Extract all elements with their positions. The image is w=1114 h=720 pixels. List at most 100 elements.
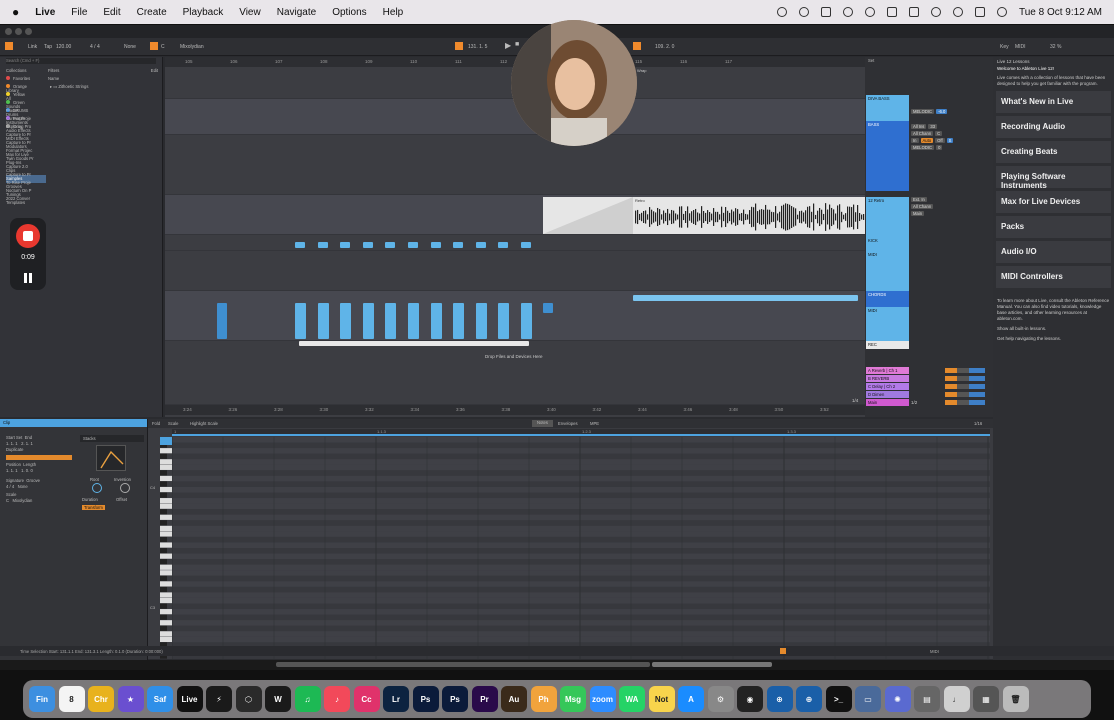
dock-app-icon[interactable]: ⬡ [235, 686, 262, 712]
tab-notes[interactable]: Notes [532, 420, 553, 427]
dock-app-icon[interactable]: 8 [58, 686, 85, 712]
position-field[interactable]: 131. 1. 5 [468, 44, 487, 50]
tab-mpe[interactable]: MPE [590, 421, 599, 426]
menu-view[interactable]: View [239, 7, 261, 18]
app-indicator-icon[interactable] [820, 7, 831, 17]
return-track-header[interactable]: C Delay | Ch 2 [866, 383, 909, 390]
solo-button[interactable]: S [946, 138, 954, 143]
lane-midi[interactable] [165, 251, 865, 291]
return-send-knobs[interactable] [945, 384, 985, 389]
place-item[interactable]: Capture 2.0 [6, 163, 46, 171]
chord-clip[interactable] [317, 303, 329, 339]
note-grid[interactable] [172, 437, 990, 659]
volume-field[interactable]: -6.0 [936, 109, 948, 114]
piano-key[interactable] [160, 481, 167, 487]
kick-clip[interactable] [408, 242, 418, 248]
lesson-button[interactable]: Packs [996, 216, 1111, 238]
duplicate-button[interactable]: Duplicate [6, 447, 72, 453]
place-item[interactable]: Twin Goods Pr [6, 155, 46, 163]
return-send-knobs[interactable] [945, 392, 985, 397]
kick-clip[interactable] [362, 242, 373, 248]
root-knob[interactable] [92, 483, 102, 493]
kick-clip[interactable] [295, 242, 305, 248]
dock-app-icon[interactable]: Cc [353, 686, 380, 712]
chord-clip[interactable] [430, 303, 442, 339]
menu-clock[interactable]: Tue 8 Oct 9:12 AM [1019, 7, 1102, 18]
track-header[interactable]: 12 Retro [866, 197, 909, 237]
piano-key[interactable] [160, 509, 167, 515]
tempo-field[interactable]: 120.00 [56, 44, 71, 50]
dock-app-icon[interactable]: ✺ [884, 686, 911, 712]
lesson-button[interactable]: MIDI Controllers [996, 266, 1111, 288]
menu-help[interactable]: Help [383, 7, 404, 18]
dock-app-icon[interactable]: ⊕ [766, 686, 793, 712]
dock-app-icon[interactable]: ⚡ [206, 686, 232, 712]
piano-keyboard[interactable] [160, 437, 172, 659]
piano-key[interactable] [160, 614, 167, 620]
track-header[interactable]: REC [866, 341, 909, 349]
chord-clip[interactable] [362, 303, 374, 339]
inversion-knob[interactable] [120, 483, 130, 493]
kick-clip[interactable] [317, 242, 328, 248]
lesson-button[interactable]: Max for Live Devices [996, 191, 1111, 213]
chord-shape-display[interactable] [96, 445, 126, 471]
track-header[interactable]: MIDI [866, 307, 909, 341]
clip-scale-name[interactable]: Mixolydian [13, 498, 33, 503]
dock-app-icon[interactable]: 🗑 [1002, 686, 1029, 712]
monitor-in-button[interactable]: In [911, 138, 919, 143]
dock-app-icon[interactable]: ▦ [973, 686, 999, 712]
piano-key[interactable] [160, 625, 167, 631]
bluetooth-icon[interactable] [886, 7, 897, 17]
pause-icon[interactable] [23, 273, 33, 283]
piano-key[interactable] [160, 525, 172, 531]
piano-key[interactable] [160, 448, 172, 454]
sync-icon[interactable] [864, 7, 875, 17]
scroll-thumb[interactable] [276, 662, 650, 667]
dock-app-icon[interactable]: ♩ [943, 686, 970, 712]
filters-button[interactable]: Filters [48, 68, 59, 73]
track-header[interactable]: MIDI [866, 251, 909, 291]
signature-value[interactable]: 4 / 4 [6, 484, 14, 489]
wifi-icon[interactable] [930, 7, 941, 17]
start-value[interactable]: 1. 1. 1 [6, 441, 18, 446]
dock-app-icon[interactable]: A [678, 686, 704, 712]
place-item[interactable]: Nocturn On P [6, 187, 46, 195]
piano-key[interactable] [160, 581, 172, 587]
key-map-button[interactable]: Key [1000, 44, 1009, 50]
dock-app-icon[interactable]: Au [501, 686, 527, 712]
highlight-scale-button[interactable]: Highlight Scale [190, 421, 218, 426]
return-send-knobs[interactable] [945, 376, 985, 381]
piano-key[interactable] [160, 498, 172, 504]
send-field[interactable]: 33 [928, 124, 938, 129]
lesson-button[interactable]: Creating Beats [996, 141, 1111, 163]
dock-app-icon[interactable]: Pr [471, 686, 498, 712]
place-item[interactable]: Format Projec [6, 147, 46, 155]
ext-in-select[interactable]: Ext. In [911, 197, 927, 202]
lane-empty[interactable] [165, 135, 865, 195]
dock-app-icon[interactable]: WA [619, 686, 645, 712]
chord-clip[interactable] [340, 303, 352, 339]
zoom-icon[interactable] [25, 28, 32, 35]
stop-icon[interactable]: ■ [515, 41, 519, 48]
play-icon[interactable]: ▶ [505, 41, 511, 50]
place-item[interactable]: To Rise Proje [6, 179, 46, 187]
dock-app-icon[interactable]: Not [648, 686, 675, 712]
lesson-nav-help-link[interactable]: Get help navigating the lessons. [997, 336, 1110, 342]
chord-clip[interactable] [475, 303, 487, 339]
chord-clip[interactable] [385, 303, 397, 339]
chord-clip[interactable] [521, 303, 532, 339]
start-set-button[interactable]: Set [16, 435, 22, 440]
time-ruler[interactable]: 3:24 3:26 3:28 3:30 3:32 3:34 3:36 3:38 3:40 3:42… [165, 405, 865, 415]
dock-app-icon[interactable]: Msg [560, 686, 586, 712]
piano-key[interactable] [160, 514, 172, 520]
dock-app-icon[interactable]: ⚙ [707, 686, 734, 712]
lane-kick[interactable] [165, 235, 865, 251]
browser-item[interactable]: ▸ ▭ Zithoetic Strings [48, 83, 162, 91]
chord-clip[interactable] [453, 303, 465, 339]
monitor-auto-button[interactable]: Auto [920, 138, 934, 143]
fold-button[interactable]: Fold [152, 421, 160, 426]
loop-toggle-button[interactable] [6, 455, 72, 460]
edit-button[interactable]: Edit [151, 67, 158, 75]
piano-key[interactable] [160, 475, 172, 482]
piano-key[interactable] [160, 486, 172, 493]
